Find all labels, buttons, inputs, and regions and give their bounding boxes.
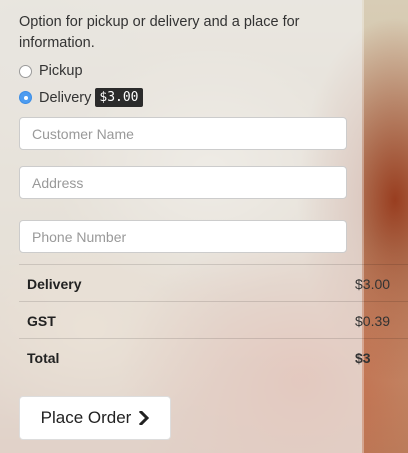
place-order-label: Place Order: [40, 408, 132, 427]
delivery-label: Delivery: [39, 89, 92, 106]
summary-label: Total: [27, 350, 60, 366]
pickup-label: Pickup: [39, 63, 83, 79]
delivery-radio[interactable]: [19, 91, 32, 104]
summary-amount: $3: [355, 350, 371, 366]
summary-amount: $3.00: [355, 276, 391, 292]
pickup-option[interactable]: Pickup: [19, 63, 83, 79]
customer-name-input[interactable]: [19, 117, 347, 150]
phone-number-input[interactable]: [19, 220, 347, 253]
delivery-price-badge: $3.00: [95, 88, 143, 107]
address-input[interactable]: [19, 166, 347, 199]
summary-label: Delivery: [27, 276, 82, 292]
summary-amount: $0.39: [355, 313, 391, 329]
info-text: Option for pickup or delivery and a plac…: [19, 14, 300, 51]
order-summary: Delivery $3.00 GST $0.39 Total $3: [19, 264, 408, 375]
pickup-radio[interactable]: [19, 64, 32, 78]
summary-row-delivery: Delivery $3.00: [19, 264, 408, 301]
summary-row-total: Total $3: [19, 338, 408, 375]
chevron-right-icon: [139, 411, 150, 425]
place-order-button[interactable]: Place Order: [19, 396, 171, 440]
delivery-option[interactable]: Delivery $3.00: [19, 88, 143, 107]
summary-row-gst: GST $0.39: [19, 301, 408, 338]
summary-label: GST: [27, 313, 56, 329]
order-form: Option for pickup or delivery and a plac…: [0, 0, 408, 453]
